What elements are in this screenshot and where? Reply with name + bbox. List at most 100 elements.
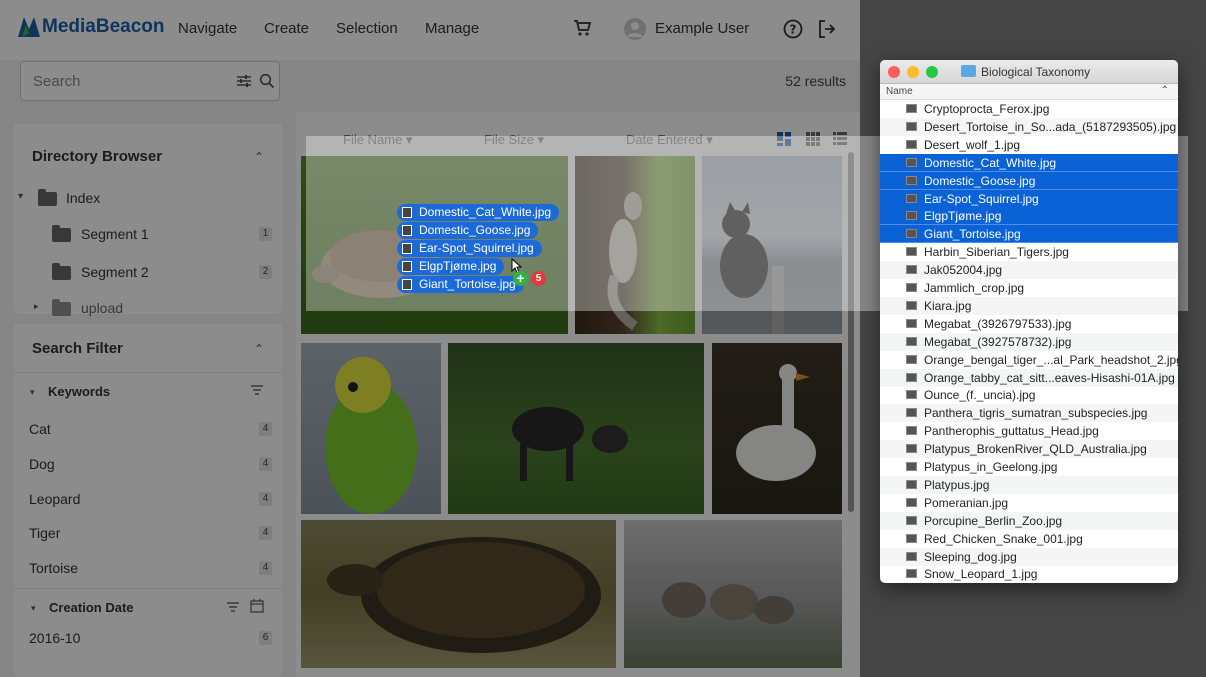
top-header: MediaBeacon Navigate Create Selection Ma…: [0, 0, 860, 60]
finder-file-name: Desert_Tortoise_in_So...ada_(5187293505)…: [924, 119, 1177, 134]
keyword-cat[interactable]: Cat 4: [14, 411, 282, 445]
tree-item-index[interactable]: ▾ Index: [14, 180, 282, 216]
expanded-arrow-icon[interactable]: ▾: [31, 603, 36, 614]
finder-file-row[interactable]: Porcupine_Berlin_Zoo.jpg: [880, 511, 1178, 530]
collapse-chevron-icon[interactable]: ⌃: [254, 342, 264, 356]
finder-file-row[interactable]: Orange_bengal_tiger_...al_Park_headshot_…: [880, 351, 1178, 369]
keyword-tiger[interactable]: Tiger 4: [14, 515, 282, 549]
date-2016-10[interactable]: 2016-10 6: [14, 620, 282, 654]
sort-label: File Name: [343, 132, 403, 147]
finder-window: Biological Taxonomy Name ⌃ Cryptoprocta_…: [880, 60, 1178, 583]
finder-file-row[interactable]: Pomeranian.jpg: [880, 494, 1178, 512]
sort-file-size[interactable]: File Size ▾: [484, 132, 544, 148]
sort-filter-icon[interactable]: [226, 601, 240, 616]
finder-file-row[interactable]: Desert_wolf_1.jpg: [880, 136, 1178, 154]
finder-file-row[interactable]: Jak052004.jpg: [880, 261, 1178, 280]
keywords-title[interactable]: Keywords: [48, 384, 110, 399]
search-icon[interactable]: [259, 73, 275, 92]
image-file-icon: [906, 372, 917, 382]
tree-item-upload[interactable]: ▸ upload: [14, 290, 282, 326]
sort-date-entered[interactable]: Date Entered ▾: [626, 132, 713, 148]
sort-filter-icon[interactable]: [250, 384, 264, 399]
finder-title: Biological Taxonomy: [981, 65, 1091, 79]
folder-icon: [52, 299, 71, 316]
divider: [14, 588, 282, 589]
calendar-icon[interactable]: [250, 599, 264, 616]
thumbnail-domestic-goose[interactable]: [712, 343, 842, 514]
thumbnail-desert-tortoise[interactable]: [301, 520, 616, 668]
finder-file-row[interactable]: Kiara.jpg: [880, 296, 1178, 315]
finder-file-row[interactable]: Platypus_BrokenRiver_QLD_Australia.jpg: [880, 440, 1178, 459]
folder-icon: [961, 65, 976, 77]
nav-manage[interactable]: Manage: [425, 20, 479, 37]
search-input[interactable]: Search: [20, 61, 280, 101]
brand-logo[interactable]: MediaBeacon: [18, 16, 164, 38]
sort-ascending-icon[interactable]: ⌃: [1161, 85, 1169, 96]
cart-icon[interactable]: [572, 18, 592, 41]
expanded-arrow-icon[interactable]: ▾: [30, 387, 35, 398]
collapsed-arrow-icon[interactable]: ▸: [34, 301, 39, 312]
image-file-icon: [906, 426, 917, 436]
nav-selection[interactable]: Selection: [336, 20, 398, 37]
minimize-window-icon[interactable]: [907, 66, 919, 78]
user-name[interactable]: Example User: [655, 20, 749, 37]
list-view-icon[interactable]: [833, 132, 847, 149]
finder-file-row[interactable]: Sleeping_dog.jpg: [880, 547, 1178, 566]
finder-file-row[interactable]: Megabat_(3927578732).jpg: [880, 332, 1178, 351]
close-window-icon[interactable]: [888, 66, 900, 78]
filter-sliders-icon[interactable]: [236, 73, 252, 92]
keyword-leopard[interactable]: Leopard 4: [14, 481, 282, 515]
finder-file-row[interactable]: Pantherophis_guttatus_Head.jpg: [880, 422, 1178, 440]
image-file-icon: [906, 497, 917, 507]
finder-file-row[interactable]: Cryptoprocta_Ferox.jpg: [880, 100, 1178, 118]
nav-create[interactable]: Create: [264, 20, 309, 37]
finder-file-row[interactable]: Domestic_Cat_White.jpg: [880, 153, 1178, 172]
finder-file-row[interactable]: Platypus_in_Geelong.jpg: [880, 458, 1178, 476]
zoom-window-icon[interactable]: [926, 66, 938, 78]
keyword-label: Tiger: [29, 525, 61, 541]
tree-item-segment-1[interactable]: Segment 1 1: [14, 216, 282, 252]
grid-view-icon[interactable]: [806, 132, 820, 149]
user-avatar-icon[interactable]: [624, 18, 646, 43]
thumbnail-domestic-cat[interactable]: [702, 156, 842, 334]
finder-file-row[interactable]: Orange_tabby_cat_sitt...eaves-Hisashi-01…: [880, 368, 1178, 387]
masonry-view-icon[interactable]: [777, 132, 791, 149]
image-file-icon: [906, 104, 917, 113]
help-icon[interactable]: ?: [783, 19, 803, 42]
tree-item-segment-2[interactable]: Segment 2 2: [14, 254, 282, 290]
finder-file-row[interactable]: Ounce_(f._uncia).jpg: [880, 386, 1178, 404]
finder-file-row[interactable]: ElgpTjøme.jpg: [880, 207, 1178, 226]
svg-text:?: ?: [790, 23, 797, 37]
keyword-label: Tortoise: [29, 560, 79, 576]
collapse-chevron-icon[interactable]: ⌃: [254, 150, 264, 164]
keyword-dog[interactable]: Dog 4: [14, 446, 282, 480]
thumbnail-desert-wolf[interactable]: [624, 520, 842, 668]
finder-file-row[interactable]: Domestic_Goose.jpg: [880, 171, 1178, 190]
finder-file-row[interactable]: Harbin_Siberian_Tigers.jpg: [880, 243, 1178, 261]
sort-file-name[interactable]: File Name ▾: [343, 132, 412, 148]
thumbnail-budgie[interactable]: [301, 343, 441, 514]
finder-file-row[interactable]: Panthera_tigris_sumatran_subspecies.jpg: [880, 404, 1178, 423]
count-badge: 4: [259, 457, 272, 471]
finder-titlebar[interactable]: Biological Taxonomy: [880, 60, 1178, 84]
nav-navigate[interactable]: Navigate: [178, 20, 237, 37]
keyword-tortoise[interactable]: Tortoise 4: [14, 550, 282, 584]
finder-file-row[interactable]: Jammlich_crop.jpg: [880, 279, 1178, 297]
finder-file-row[interactable]: Red_Chicken_Snake_001.jpg: [880, 530, 1178, 548]
thumbnail-elk[interactable]: [448, 343, 704, 514]
grid-scrollbar[interactable]: [848, 152, 854, 512]
finder-file-row[interactable]: Platypus.jpg: [880, 475, 1178, 494]
finder-file-row[interactable]: Megabat_(3926797533).jpg: [880, 315, 1178, 333]
finder-file-row[interactable]: Snow_Leopard_1.jpg: [880, 565, 1178, 583]
logout-icon[interactable]: [817, 19, 837, 42]
finder-column-header[interactable]: Name ⌃: [880, 84, 1178, 100]
creation-date-title[interactable]: Creation Date: [49, 600, 134, 615]
finder-file-name: Megabat_(3926797533).jpg: [924, 316, 1072, 331]
finder-file-row[interactable]: Desert_Tortoise_in_So...ada_(5187293505)…: [880, 117, 1178, 136]
finder-file-row[interactable]: Giant_Tortoise.jpg: [880, 225, 1178, 244]
finder-file-name: Snow_Leopard_1.jpg: [924, 567, 1038, 582]
finder-file-row[interactable]: Ear-Spot_Squirrel.jpg: [880, 189, 1178, 208]
finder-file-name: Sleeping_dog.jpg: [924, 549, 1017, 564]
expanded-arrow-icon[interactable]: ▾: [18, 191, 23, 202]
thumbnail-ear-spot-squirrel[interactable]: [575, 156, 695, 334]
